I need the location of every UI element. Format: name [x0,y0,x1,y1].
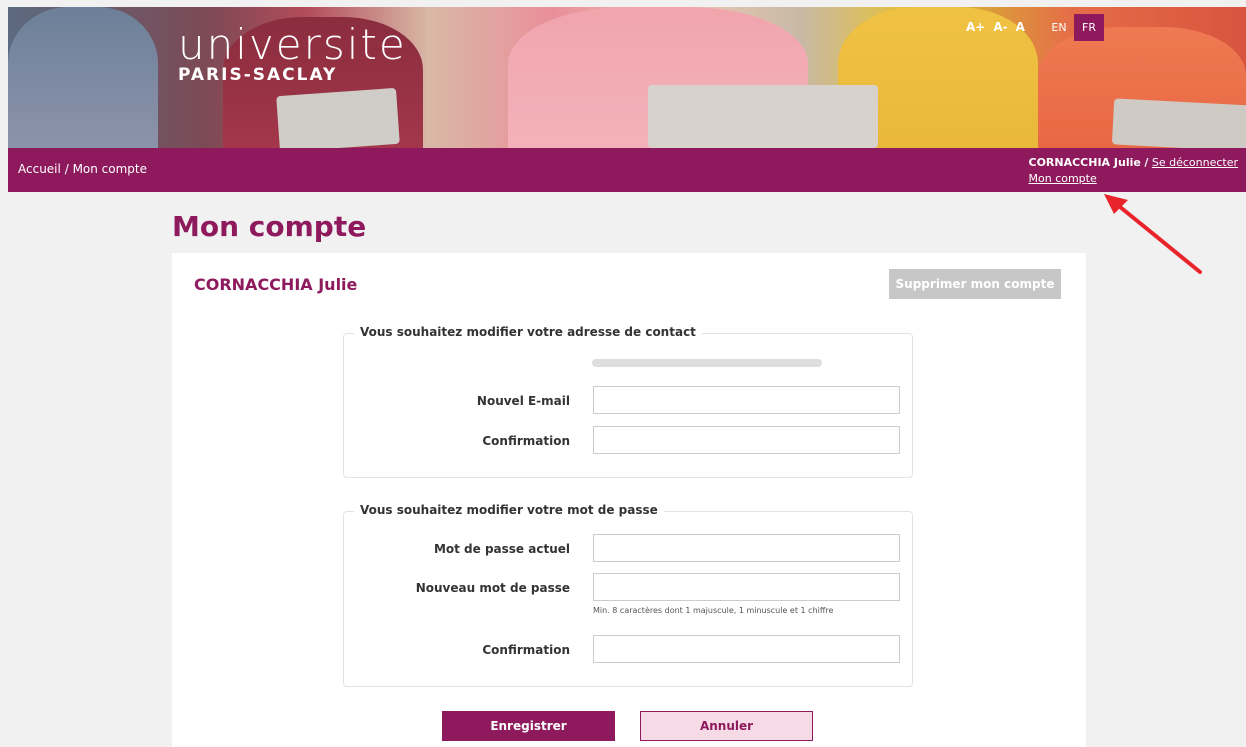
banner-photo-laptop [1111,98,1246,148]
user-name: CORNACCHIA Julie [1028,156,1141,169]
account-name: CORNACCHIA Julie [194,275,358,294]
language-switcher: EN FR [1044,14,1104,41]
header-banner: universite PARIS-SACLAY A+ A- A EN FR [8,7,1246,148]
font-size-increase-button[interactable]: A+ [966,20,985,34]
breadcrumb: Accueil / Mon compte [18,162,147,176]
current-password-input[interactable] [593,534,900,562]
password-fieldset: Vous souhaitez modifier votre mot de pas… [343,503,913,687]
banner-photo-laptop [648,85,878,148]
page-title: Mon compte [172,210,367,243]
font-size-decrease-button[interactable]: A- [993,20,1007,34]
email-fieldset-legend: Vous souhaitez modifier votre adresse de… [354,325,702,339]
new-password-label: Nouveau mot de passe [415,581,570,595]
current-password-label: Mot de passe actuel [433,542,570,556]
delete-account-button[interactable]: Supprimer mon compte [889,269,1061,299]
banner-photo-tablet [276,87,400,148]
navigation-bar: Accueil / Mon compte CORNACCHIA Julie / … [8,148,1246,192]
user-menu: CORNACCHIA Julie / Se déconnecter Mon co… [1029,156,1239,185]
new-email-input[interactable] [593,386,900,414]
breadcrumb-current: Mon compte [72,162,148,176]
password-confirmation-label: Confirmation [482,643,570,657]
user-separator: / [1144,156,1149,169]
password-confirmation-input[interactable] [593,635,900,663]
language-fr-button[interactable]: FR [1074,14,1104,41]
email-fieldset: Vous souhaitez modifier votre adresse de… [343,325,913,478]
breadcrumb-home-link[interactable]: Accueil [18,162,61,176]
banner-photo-person [8,7,158,148]
save-button[interactable]: Enregistrer [442,711,615,741]
password-fieldset-legend: Vous souhaitez modifier votre mot de pas… [354,503,664,517]
password-hint: Min. 8 caractères dont 1 majuscule, 1 mi… [593,606,834,615]
annotation-arrow-icon [1104,194,1202,274]
breadcrumb-separator: / [64,162,69,176]
email-confirmation-input[interactable] [593,426,900,454]
logo-wordmark: universite [178,20,407,69]
new-email-label: Nouvel E-mail [476,394,570,408]
font-size-controls: A+ A- A [966,20,1025,34]
cancel-button[interactable]: Annuler [640,711,813,741]
current-email-redacted [592,359,822,367]
language-en-button[interactable]: EN [1044,14,1074,41]
font-size-reset-button[interactable]: A [1016,20,1025,34]
university-logo[interactable]: universite PARIS-SACLAY [178,20,407,86]
logout-link[interactable]: Se déconnecter [1152,156,1238,169]
my-account-link[interactable]: Mon compte [1029,172,1097,185]
account-card: CORNACCHIA Julie Supprimer mon compte Vo… [172,253,1086,747]
new-password-input[interactable] [593,573,900,601]
email-confirmation-label: Confirmation [482,434,570,448]
